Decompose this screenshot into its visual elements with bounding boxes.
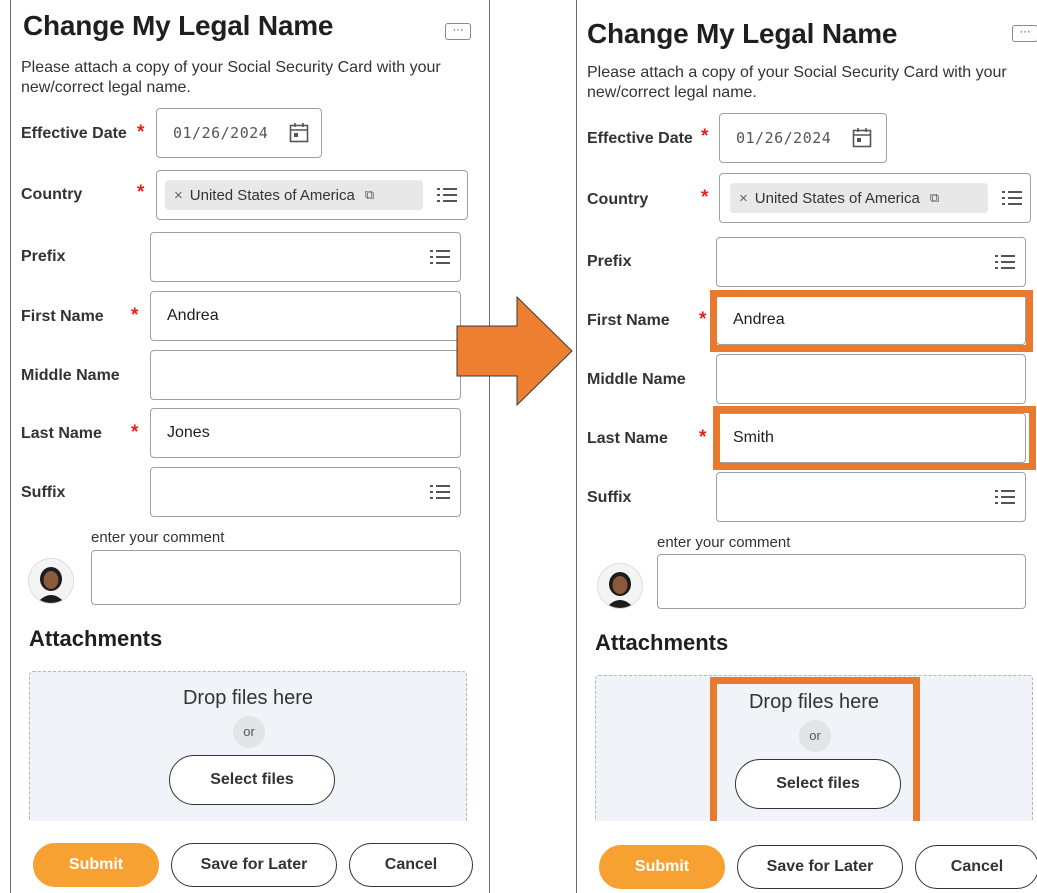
calendar-icon[interactable]	[289, 122, 309, 144]
save-for-later-button[interactable]: Save for Later	[737, 845, 903, 889]
first-name-value: Andrea	[167, 307, 219, 324]
effective-date-value: 01/26/2024	[173, 124, 269, 142]
more-actions-button[interactable]: ···	[1012, 25, 1037, 42]
page-title: Change My Legal Name	[23, 10, 334, 41]
first-name-label: First Name	[21, 308, 104, 325]
form-footer: Submit Save for Later Cancel	[577, 821, 1037, 893]
right-arrow-icon	[456, 296, 573, 406]
save-for-later-button[interactable]: Save for Later	[171, 843, 337, 887]
form-before-panel: Change My Legal Name ··· Please attach a…	[10, 0, 490, 893]
cancel-button[interactable]: Cancel	[915, 845, 1037, 889]
calendar-icon[interactable]	[852, 127, 872, 149]
last-name-input[interactable]: Jones	[150, 408, 461, 458]
select-files-button[interactable]: Select files	[169, 755, 335, 805]
submit-button[interactable]: Submit	[33, 843, 159, 887]
prefix-label: Prefix	[587, 253, 632, 270]
cancel-button[interactable]: Cancel	[349, 843, 473, 887]
suffix-label: Suffix	[587, 489, 632, 506]
submit-button[interactable]: Submit	[599, 845, 725, 889]
comment-label: enter your comment	[657, 534, 791, 551]
form-footer: Submit Save for Later Cancel	[11, 821, 489, 893]
first-name-highlight	[710, 290, 1033, 352]
comment-label: enter your comment	[91, 529, 225, 546]
required-mark: *	[137, 122, 145, 143]
last-name-label: Last Name	[21, 425, 102, 442]
drop-files-text: Drop files here	[182, 687, 314, 709]
user-avatar-icon	[29, 559, 73, 603]
effective-date-label: Effective Date	[21, 125, 127, 142]
middle-name-label: Middle Name	[587, 371, 686, 388]
middle-name-input[interactable]	[716, 354, 1026, 404]
attachments-heading: Attachments	[595, 630, 729, 655]
required-mark: *	[701, 126, 709, 147]
list-icon[interactable]	[430, 249, 450, 265]
or-separator: or	[233, 716, 265, 748]
effective-date-label: Effective Date	[587, 130, 693, 147]
remove-pill-icon[interactable]: ×	[174, 187, 183, 204]
attachments-dropzone[interactable]: Drop files here or Select files	[29, 671, 467, 841]
last-name-label: Last Name	[587, 430, 668, 447]
middle-name-input[interactable]	[150, 350, 461, 400]
avatar	[597, 563, 643, 609]
country-label: Country	[21, 186, 83, 203]
required-mark: *	[699, 427, 707, 448]
attachments-heading: Attachments	[29, 626, 163, 651]
last-name-value: Jones	[167, 424, 210, 441]
prefix-label: Prefix	[21, 248, 66, 265]
country-value: United States of America	[189, 186, 355, 204]
middle-name-label: Middle Name	[21, 367, 120, 384]
avatar	[28, 558, 74, 604]
list-icon[interactable]	[430, 484, 450, 500]
country-field[interactable]: × United States of America ⧉	[156, 170, 468, 220]
country-value: United States of America	[754, 189, 920, 207]
prefix-field[interactable]	[150, 232, 461, 282]
more-actions-button[interactable]: ···	[445, 23, 471, 40]
effective-date-field[interactable]: 01/26/2024	[156, 108, 322, 158]
instructions-text: Please attach a copy of your Social Secu…	[587, 64, 1007, 101]
country-pill[interactable]: × United States of America ⧉	[730, 183, 988, 213]
suffix-field[interactable]	[150, 467, 461, 517]
required-mark: *	[131, 305, 139, 326]
suffix-label: Suffix	[21, 484, 66, 501]
list-icon[interactable]	[1002, 190, 1022, 206]
required-mark: *	[137, 182, 145, 203]
comment-input[interactable]	[91, 550, 461, 605]
suffix-field[interactable]	[716, 472, 1026, 522]
first-name-input[interactable]: Andrea	[150, 291, 461, 341]
country-field[interactable]: × United States of America ⧉	[719, 173, 1031, 223]
page-title: Change My Legal Name	[587, 18, 898, 49]
last-name-highlight	[713, 406, 1036, 470]
list-icon[interactable]	[995, 254, 1015, 270]
external-link-icon[interactable]: ⧉	[365, 188, 374, 203]
list-icon[interactable]	[437, 187, 457, 203]
country-label: Country	[587, 191, 649, 208]
required-mark: *	[699, 309, 707, 330]
comment-input[interactable]	[657, 554, 1026, 609]
effective-date-field[interactable]: 01/26/2024	[719, 113, 887, 163]
required-mark: *	[701, 187, 709, 208]
country-pill[interactable]: × United States of America ⧉	[165, 180, 423, 210]
remove-pill-icon[interactable]: ×	[739, 190, 748, 207]
external-link-icon[interactable]: ⧉	[930, 191, 939, 206]
instructions-text: Please attach a copy of your Social Secu…	[21, 59, 441, 96]
form-after-panel: Change My Legal Name ··· Please attach a…	[576, 0, 1037, 893]
effective-date-value: 01/26/2024	[736, 129, 832, 147]
prefix-field[interactable]	[716, 237, 1026, 287]
list-icon[interactable]	[995, 489, 1015, 505]
first-name-label: First Name	[587, 312, 670, 329]
required-mark: *	[131, 422, 139, 443]
attachments-highlight	[710, 677, 920, 830]
user-avatar-icon	[598, 564, 642, 608]
